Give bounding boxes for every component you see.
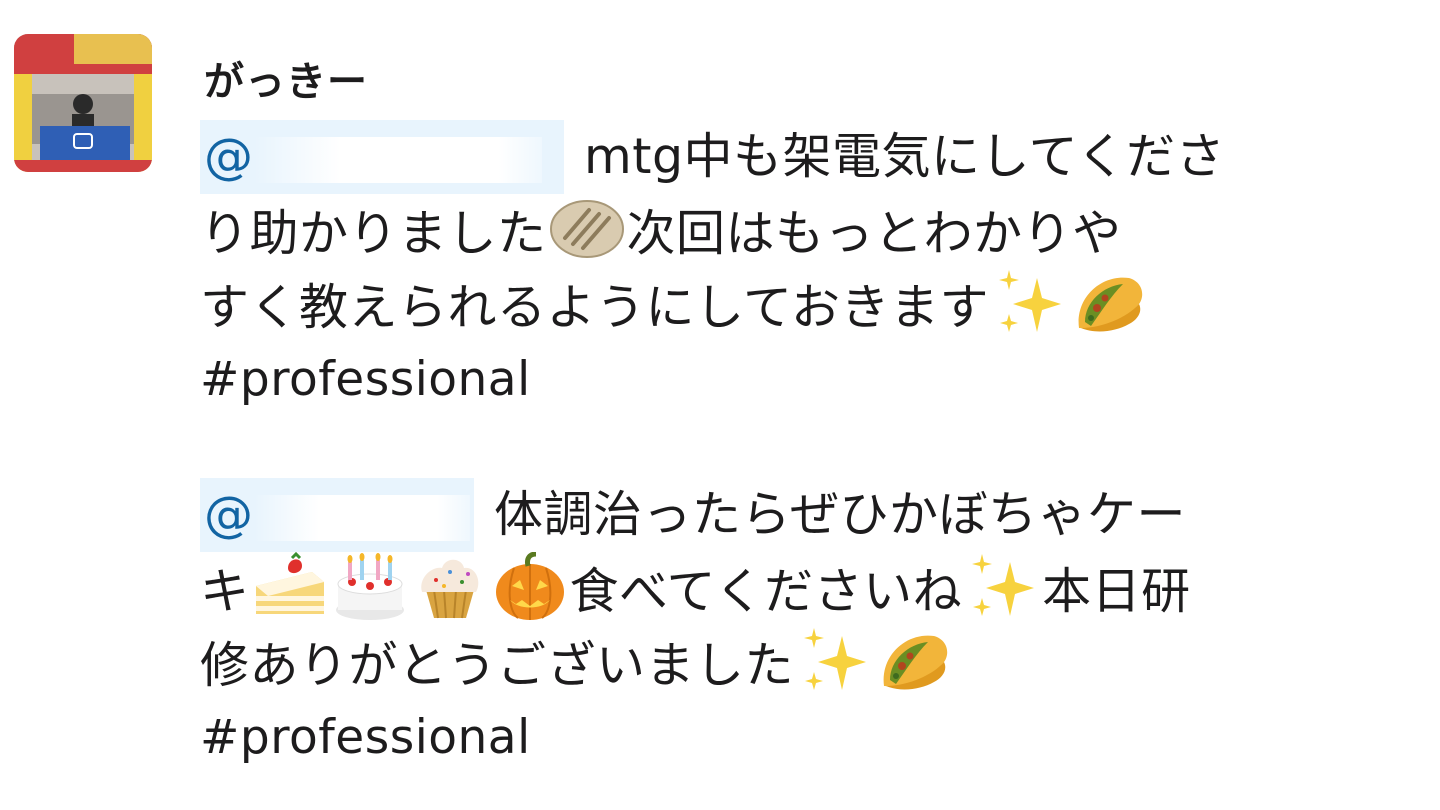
sparkles-emoji	[796, 626, 872, 696]
hashtag[interactable]: #professional	[200, 352, 531, 407]
shortcake-emoji	[252, 552, 328, 622]
user-avatar[interactable]	[14, 34, 152, 172]
author-name[interactable]: がっきー	[204, 58, 368, 106]
message-line: @ 体調治ったらぜひかぼちゃケー	[200, 478, 1425, 552]
taco-emoji	[1071, 268, 1147, 338]
message-text-2: @ 体調治ったらぜひかぼちゃケー キ 食べてくださいね 本日研 修ありがとうございまし…	[200, 478, 1425, 774]
redacted-username	[253, 494, 470, 541]
message-line: すく教えられるようにしておきます	[200, 268, 1425, 342]
rice-cracker-emoji	[549, 194, 625, 264]
text-segment: 修ありがとうございました	[200, 637, 795, 694]
birthday-cake-emoji	[332, 552, 408, 622]
mention-at: @	[204, 128, 254, 185]
user-mention[interactable]: @	[200, 120, 564, 194]
message-line: キ 食べてくださいね 本日研	[200, 552, 1425, 626]
sparkles-emoji	[964, 552, 1040, 622]
message-line: #professional	[200, 700, 1425, 774]
cupcake-emoji	[412, 552, 488, 622]
taco-emoji	[876, 626, 952, 696]
sparkles-emoji	[991, 268, 1067, 338]
text-segment: キ	[200, 563, 250, 620]
message-text-1: @ mtg中も架電気にしてくださ り助かりました 次回はもっとわかりや すく教えられ…	[200, 120, 1425, 416]
mention-at: @	[204, 486, 254, 543]
text-segment: り助かりました	[200, 205, 547, 262]
message-line: #professional	[200, 342, 1425, 416]
hashtag[interactable]: #professional	[200, 710, 531, 765]
user-mention[interactable]: @	[200, 478, 474, 552]
chat-message: がっきー @ mtg中も架電気にしてくださ り助かりました 次回はもっとわかりや す…	[0, 0, 1440, 810]
jack-o-lantern-emoji	[492, 552, 568, 622]
message-line: 修ありがとうございました	[200, 626, 1425, 700]
text-segment: 本日研	[1042, 563, 1191, 620]
text-segment: 次回はもっとわかりや	[626, 205, 1122, 262]
text-segment: 体調治ったらぜひかぼちゃケー	[494, 486, 1187, 543]
text-segment: 食べてくださいね	[569, 563, 963, 620]
message-line: @ mtg中も架電気にしてくださ	[200, 120, 1425, 194]
avatar-photo	[14, 34, 152, 172]
redacted-username	[253, 136, 542, 183]
message-line: り助かりました 次回はもっとわかりや	[200, 194, 1425, 268]
text-segment: mtg中も架電気にしてくださ	[584, 128, 1226, 185]
text-segment: すく教えられるようにしておきます	[200, 279, 990, 336]
